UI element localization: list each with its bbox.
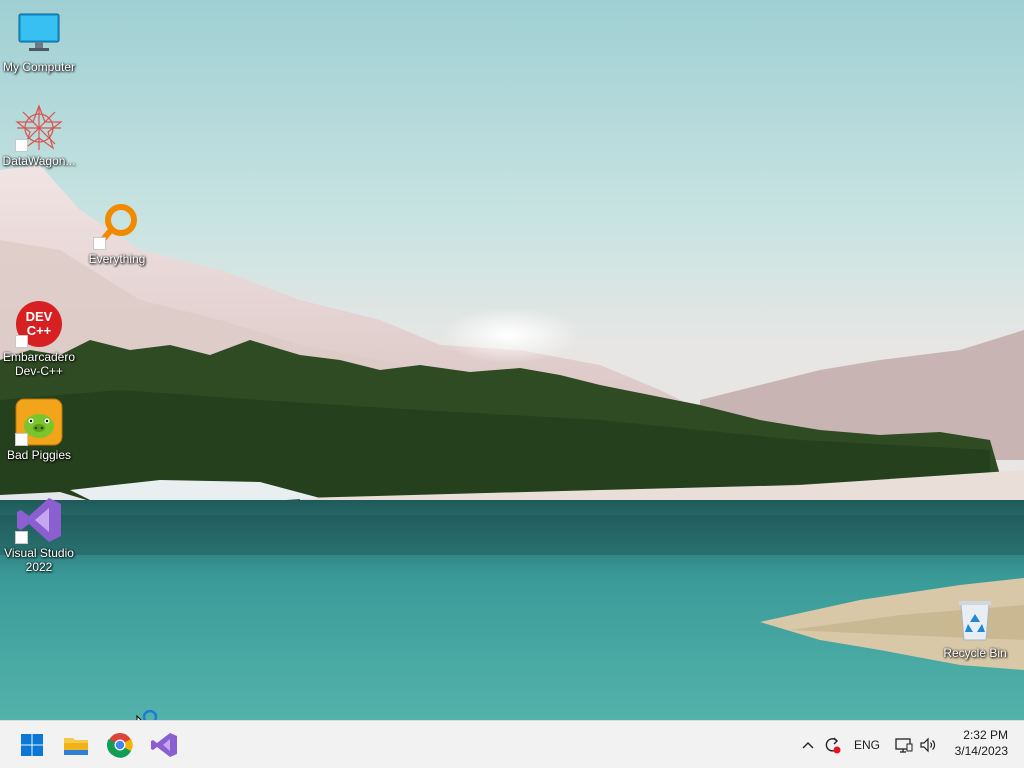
shortcut-arrow-icon (15, 139, 28, 152)
desktop-icon-label: Bad Piggies (6, 448, 72, 462)
folder-icon (64, 738, 88, 755)
bad-piggies-icon (15, 398, 63, 446)
start-button[interactable] (16, 729, 48, 761)
desktop-icon-everything[interactable]: Everything (78, 202, 156, 266)
mouse-cursor-icon (136, 710, 158, 720)
recycle-bin-icon (951, 596, 999, 644)
monitor-icon (15, 10, 63, 58)
clock-time: 2:32 PM (963, 728, 1008, 742)
desktop-icon-bad-piggies[interactable]: Bad Piggies (0, 398, 78, 462)
desktop-icon-recycle-bin[interactable]: Recycle Bin (936, 596, 1014, 660)
desktop-icon-label: Everything (88, 252, 146, 266)
sync-icon (825, 737, 841, 754)
desktop-icon-visual-studio[interactable]: Visual Studio 2022 (0, 496, 78, 574)
taskbar-file-explorer[interactable] (60, 729, 92, 761)
tray-network[interactable] (894, 735, 914, 755)
taskbar-clock[interactable]: 2:32 PM 3/14/2023 (955, 727, 1008, 759)
magnifier-icon (93, 202, 141, 250)
clock-date: 3/14/2023 (954, 744, 1008, 758)
tray-language[interactable]: ENG (854, 735, 884, 755)
chrome-icon (106, 733, 133, 758)
svg-text:C++: C++ (27, 323, 52, 338)
tray-overflow-chevron[interactable] (800, 735, 816, 755)
desktop-icon-label: Embarcadero Dev-C++ (2, 350, 76, 378)
desktop-icon-devcpp[interactable]: DEV C++ Embarcadero Dev-C++ (0, 300, 78, 378)
svg-text:DEV: DEV (26, 309, 53, 324)
desktop-icon-label: Visual Studio 2022 (4, 546, 74, 574)
windows-logo-icon (21, 734, 43, 756)
taskbar: ENG 2:32 PM 3/14/2023 (0, 720, 1024, 768)
desktop-icon-my-computer[interactable]: My Computer (0, 10, 78, 74)
visual-studio-icon (15, 496, 63, 544)
tray-volume[interactable] (918, 735, 938, 755)
desktop-icon-label: Recycle Bin (943, 646, 1007, 660)
datawagon-icon (15, 104, 63, 152)
desktop-icon-label: DataWagon... (2, 154, 76, 168)
volume-icon (920, 737, 936, 753)
desktop-icon-datawagon[interactable]: DataWagon... (0, 104, 78, 168)
tray-sync[interactable] (822, 735, 842, 755)
shortcut-arrow-icon (15, 531, 28, 544)
shortcut-arrow-icon (15, 433, 28, 446)
network-icon (895, 738, 913, 753)
taskbar-chrome[interactable] (104, 729, 136, 761)
visual-studio-icon (151, 733, 177, 757)
chevron-up-icon (802, 742, 814, 749)
taskbar-visual-studio[interactable] (148, 729, 180, 761)
desktop-wallpaper (0, 0, 1024, 720)
shortcut-arrow-icon (15, 335, 28, 348)
devcpp-icon: DEV C++ (15, 300, 63, 348)
shortcut-arrow-icon (93, 237, 106, 250)
desktop[interactable]: My Computer DataWagon... Everything DEV … (0, 0, 1024, 720)
desktop-icon-label: My Computer (2, 60, 76, 74)
